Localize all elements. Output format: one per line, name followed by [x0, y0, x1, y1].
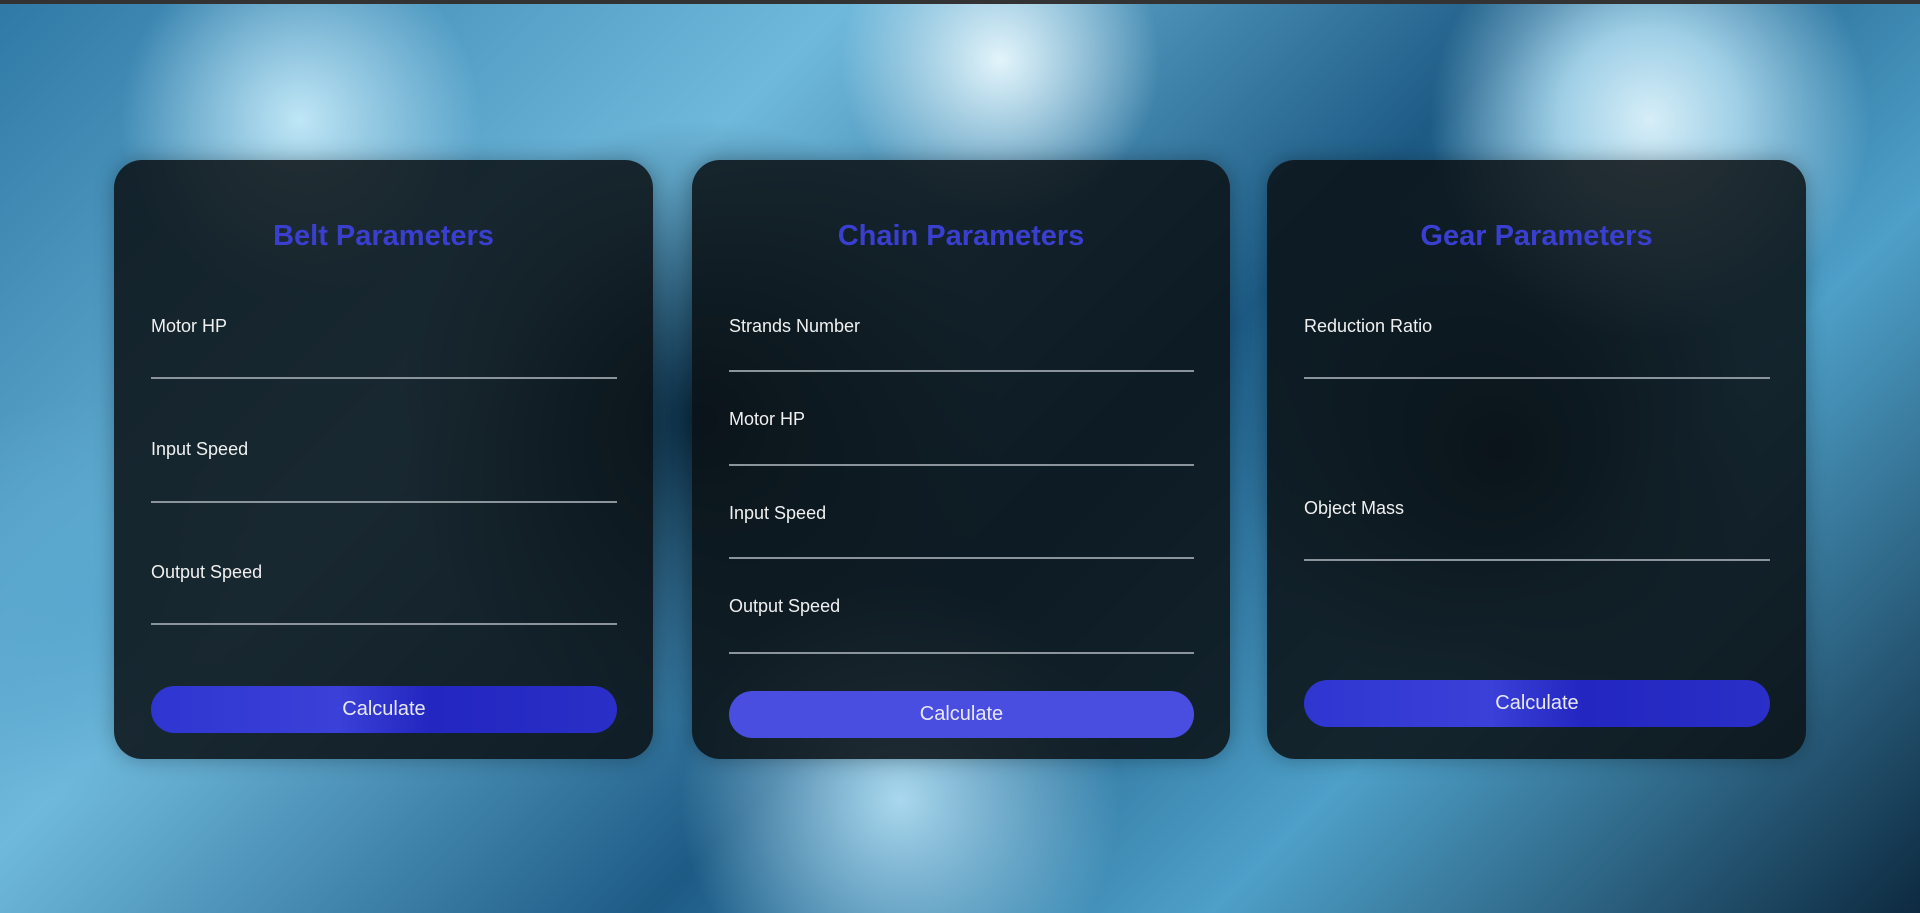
- input-speed-input[interactable]: [729, 557, 1194, 559]
- calculate-button[interactable]: Calculate: [1304, 680, 1770, 727]
- strands-number-input[interactable]: [729, 370, 1194, 372]
- card-title: Chain Parameters: [837, 220, 1085, 252]
- input-speed-label: Input Speed: [151, 439, 249, 459]
- belt-parameters-card: Belt Parameters Motor HP Input Speed Out…: [114, 160, 653, 759]
- output-speed-label: Output Speed: [729, 596, 841, 616]
- chain-parameters-card: Chain Parameters Strands Number Motor HP…: [692, 160, 1230, 759]
- card-title: Gear Parameters: [1420, 220, 1653, 252]
- input-speed-label: Input Speed: [729, 503, 827, 523]
- top-bar: [0, 0, 1920, 4]
- card-title: Belt Parameters: [273, 220, 494, 252]
- strands-number-label: Strands Number: [729, 316, 861, 336]
- object-mass-label: Object Mass: [1304, 498, 1405, 518]
- motor-hp-label: Motor HP: [151, 316, 228, 336]
- output-speed-input[interactable]: [729, 652, 1194, 654]
- reduction-ratio-input[interactable]: [1304, 377, 1770, 379]
- gear-parameters-card: Gear Parameters Reduction Ratio Object M…: [1267, 160, 1806, 759]
- output-speed-label: Output Speed: [151, 562, 263, 582]
- calculate-button[interactable]: Calculate: [729, 691, 1194, 738]
- output-speed-input[interactable]: [151, 623, 617, 625]
- calculate-button[interactable]: Calculate: [151, 686, 617, 733]
- input-speed-input[interactable]: [151, 501, 617, 503]
- reduction-ratio-label: Reduction Ratio: [1304, 316, 1433, 336]
- motor-hp-input[interactable]: [151, 377, 617, 379]
- motor-hp-input[interactable]: [729, 464, 1194, 466]
- motor-hp-label: Motor HP: [729, 409, 806, 429]
- object-mass-input[interactable]: [1304, 559, 1770, 561]
